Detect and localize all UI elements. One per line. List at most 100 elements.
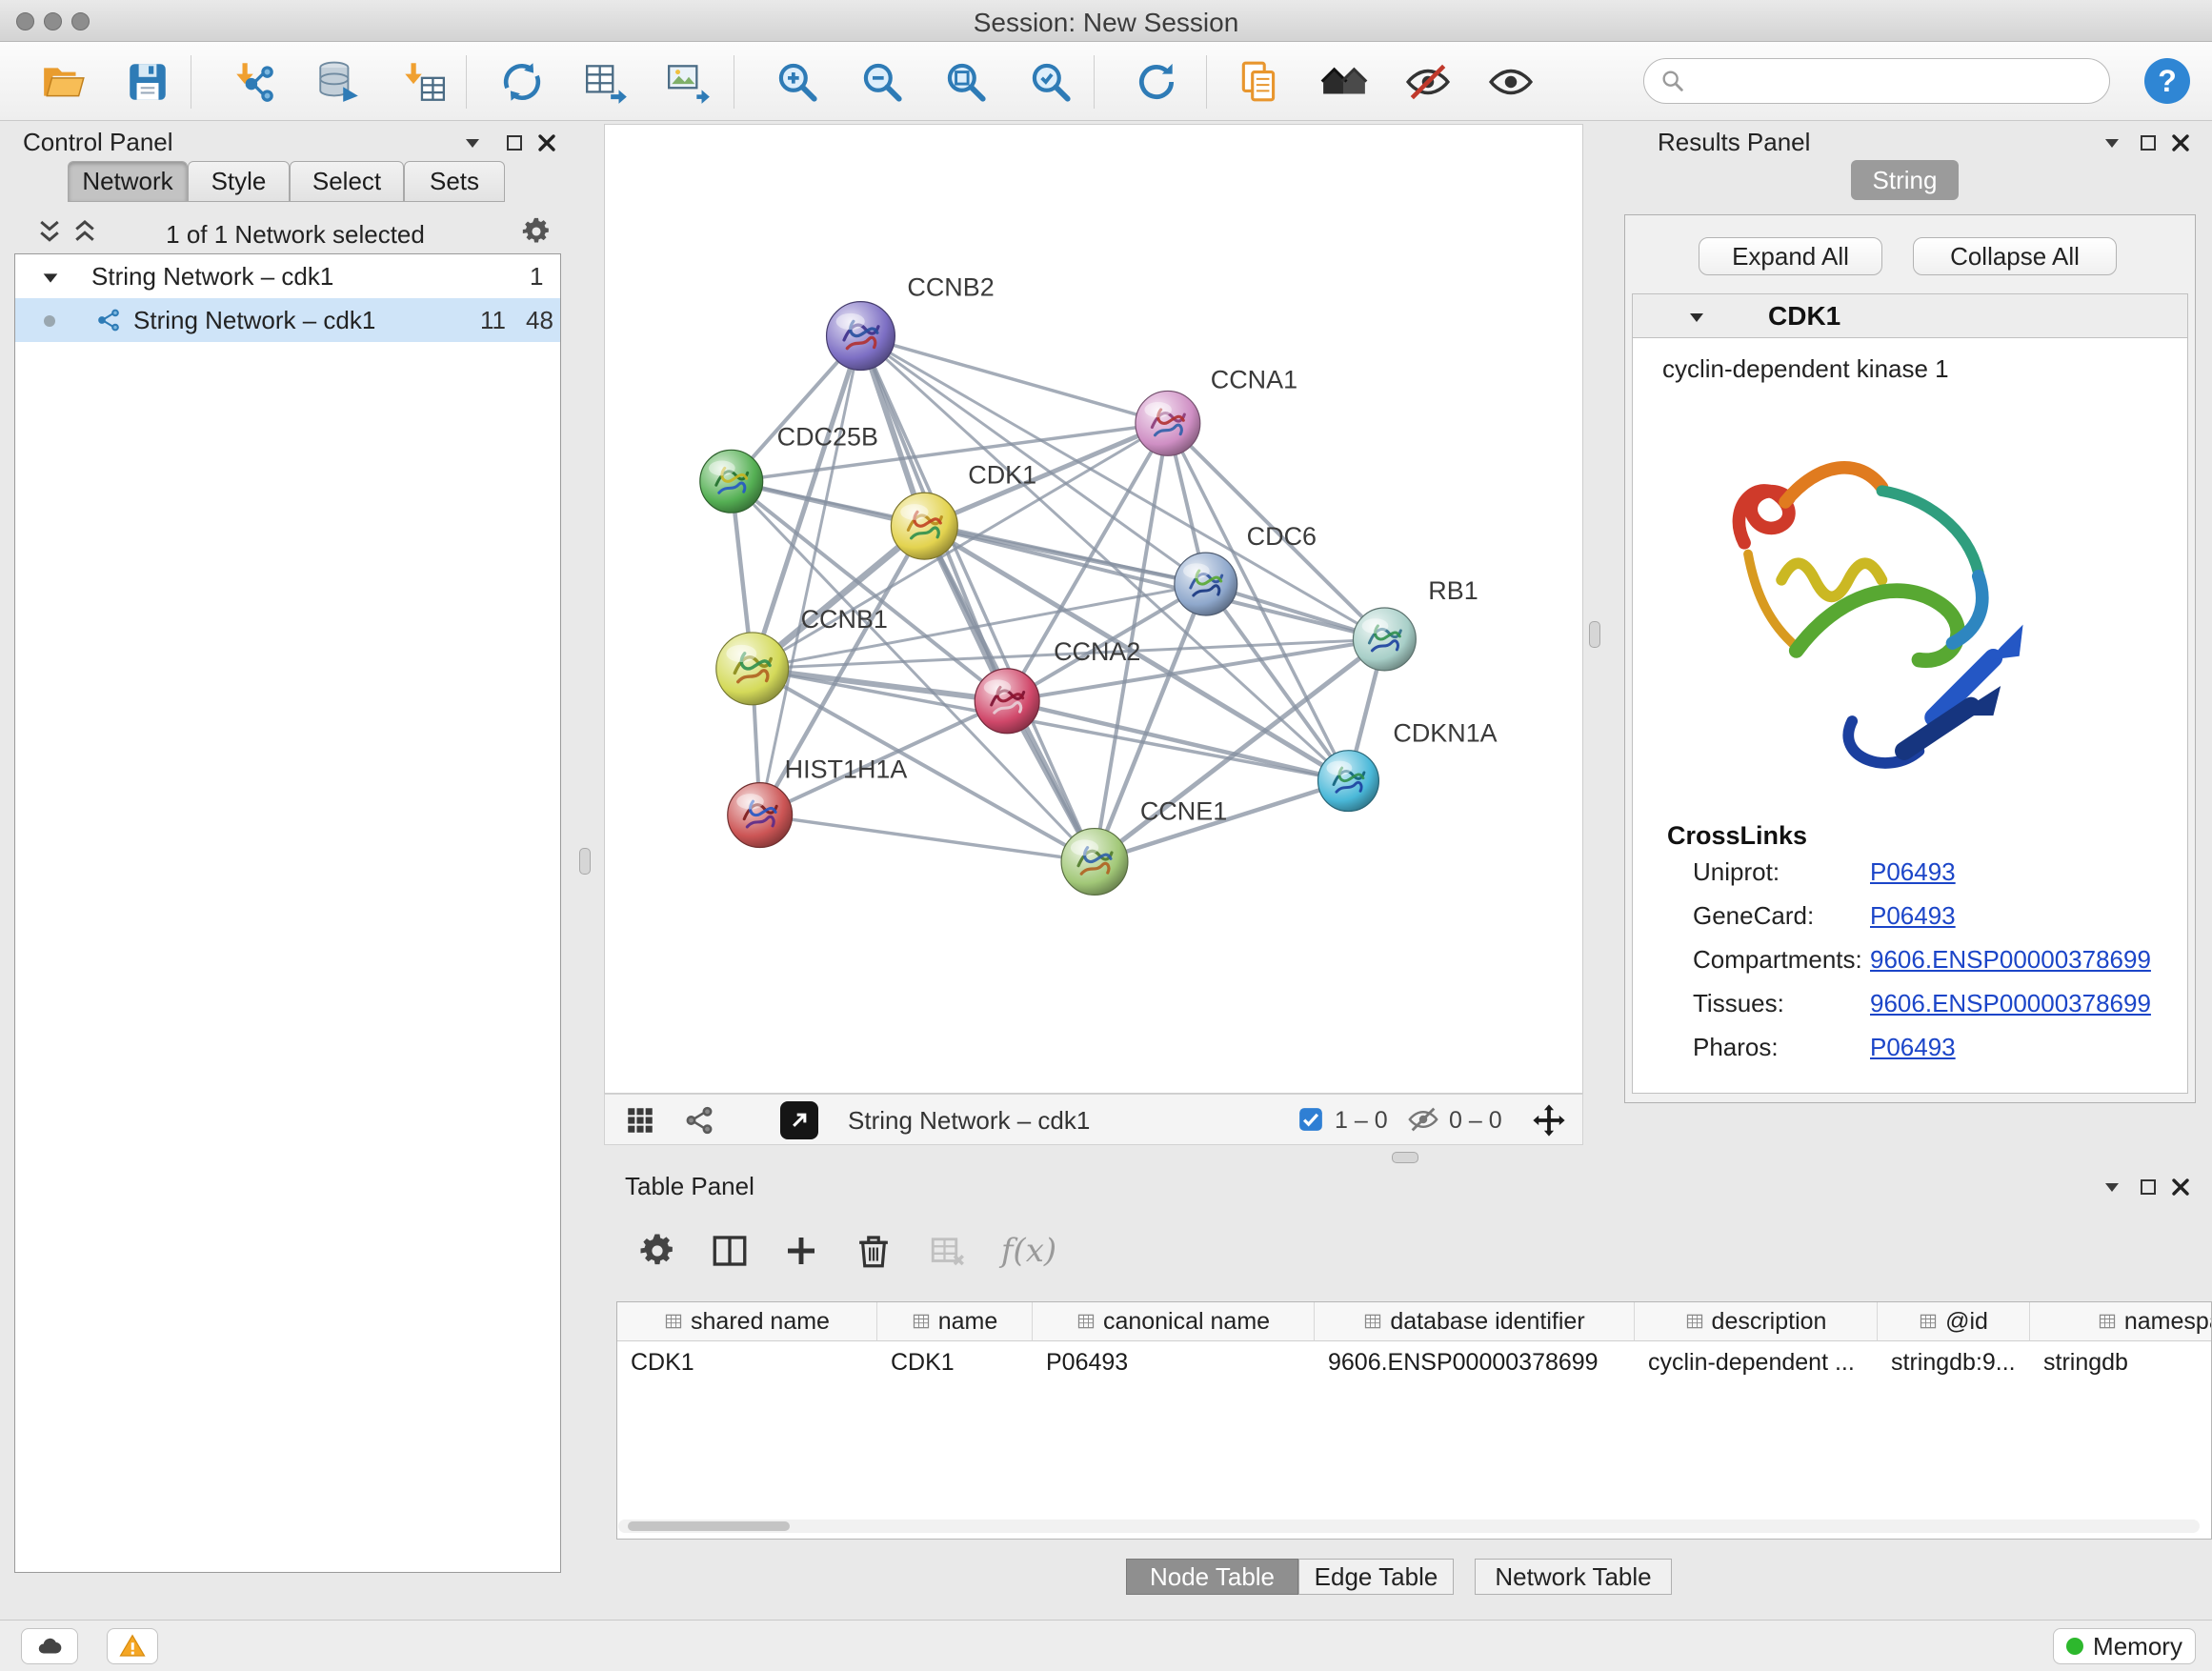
- import-table-button[interactable]: [396, 55, 450, 109]
- tab-style[interactable]: Style: [188, 161, 290, 202]
- tab-sets[interactable]: Sets: [404, 161, 505, 202]
- network-node-CCNA2[interactable]: [975, 669, 1039, 734]
- network-graph[interactable]: CCNB2CCNA1CDC25BCDK1CDC6RB1CCNB1CCNA2CDK…: [605, 125, 1582, 1093]
- column-header-shared-name[interactable]: shared name: [617, 1302, 877, 1341]
- network-node-CDKN1A[interactable]: [1318, 751, 1379, 812]
- tab-select[interactable]: Select: [290, 161, 404, 202]
- control-panel-collapse-button[interactable]: [461, 131, 484, 154]
- function-builder-button[interactable]: f(x): [991, 1229, 1067, 1273]
- table-panel-splitter[interactable]: [1392, 1152, 1418, 1163]
- pan-mode-button[interactable]: [1531, 1102, 1567, 1138]
- crosslink-compartments-link[interactable]: 9606.ENSP00000378699: [1870, 945, 2151, 975]
- network-edge[interactable]: [760, 336, 861, 815]
- crosslink-genecard-link[interactable]: P06493: [1870, 901, 1956, 931]
- crosslink-uniprot-link[interactable]: P06493: [1870, 857, 1956, 887]
- network-node-CDK1[interactable]: [891, 493, 957, 559]
- table-panel-close-button[interactable]: [2169, 1176, 2192, 1198]
- table-cell[interactable]: cyclin-dependent ...: [1635, 1341, 1878, 1383]
- table-cell[interactable]: 9606.ENSP00000378699: [1315, 1341, 1635, 1383]
- column-header-id[interactable]: @id: [1878, 1302, 2030, 1341]
- network-node-CDC6[interactable]: [1175, 553, 1237, 615]
- network-collection-row[interactable]: String Network – cdk1 1: [15, 254, 560, 298]
- import-network-database-button[interactable]: [312, 55, 365, 109]
- zoom-out-button[interactable]: [855, 55, 909, 109]
- table-cell[interactable]: CDK1: [877, 1341, 1033, 1383]
- table-cell[interactable]: P06493: [1033, 1341, 1315, 1383]
- results-panel-float-button[interactable]: [2137, 131, 2160, 154]
- export-image-button[interactable]: [662, 55, 715, 109]
- column-header-description[interactable]: description: [1635, 1302, 1878, 1341]
- results-tab-string[interactable]: String: [1851, 160, 1959, 200]
- cloud-status-button[interactable]: [21, 1628, 78, 1664]
- memory-button[interactable]: Memory: [2053, 1628, 2196, 1664]
- show-details-button[interactable]: [1484, 55, 1538, 109]
- control-panel-float-button[interactable]: [503, 131, 526, 154]
- control-panel-splitter[interactable]: [579, 848, 591, 875]
- table-panel-float-button[interactable]: [2137, 1176, 2160, 1198]
- control-panel-close-button[interactable]: [535, 131, 558, 154]
- save-session-button[interactable]: [121, 55, 174, 109]
- network-node-HIST1H1A[interactable]: [728, 783, 793, 848]
- network-node-CCNB1[interactable]: [716, 633, 789, 705]
- table-panel-collapse-button[interactable]: [2101, 1176, 2123, 1198]
- results-panel-collapse-button[interactable]: [2101, 131, 2123, 154]
- open-session-button[interactable]: [37, 55, 90, 109]
- results-panel-splitter[interactable]: [1589, 621, 1600, 648]
- collapse-all-button[interactable]: Collapse All: [1913, 237, 2117, 275]
- column-header-name[interactable]: name: [877, 1302, 1033, 1341]
- show-columns-button[interactable]: [708, 1229, 752, 1273]
- network-arrows-button[interactable]: [495, 55, 549, 109]
- network-row[interactable]: String Network – cdk1 11 48: [15, 298, 560, 342]
- annotation-mode-button[interactable]: [780, 1101, 818, 1139]
- results-panel-close-button[interactable]: [2169, 131, 2192, 154]
- delete-column-button[interactable]: [852, 1229, 895, 1273]
- help-button[interactable]: ?: [2144, 58, 2190, 104]
- expand-all-networks-button[interactable]: [70, 217, 99, 246]
- table-horizontal-scrollbar[interactable]: [628, 1521, 790, 1531]
- table-settings-button[interactable]: [635, 1229, 679, 1273]
- warnings-button[interactable]: [107, 1628, 158, 1664]
- zoom-in-button[interactable]: [771, 55, 824, 109]
- expand-all-button[interactable]: Expand All: [1699, 237, 1882, 275]
- tab-edge-table[interactable]: Edge Table: [1298, 1559, 1454, 1595]
- table-cell[interactable]: CDK1: [617, 1341, 877, 1383]
- network-edge[interactable]: [860, 336, 1384, 639]
- hide-details-button[interactable]: [1401, 55, 1455, 109]
- network-view-canvas[interactable]: CCNB2CCNA1CDC25BCDK1CDC6RB1CCNB1CCNA2CDK…: [604, 124, 1583, 1094]
- tab-network[interactable]: Network: [68, 161, 188, 202]
- table-cell[interactable]: stringdb: [2030, 1341, 2212, 1383]
- network-edge[interactable]: [753, 669, 1007, 701]
- protein-card-header[interactable]: CDK1: [1632, 293, 2188, 338]
- network-edge[interactable]: [760, 815, 1095, 862]
- add-column-button[interactable]: [779, 1229, 823, 1273]
- network-node-RB1[interactable]: [1353, 608, 1416, 671]
- hidden-elements-icon[interactable]: [1407, 1103, 1439, 1136]
- collapse-all-networks-button[interactable]: [35, 217, 64, 246]
- export-network-button[interactable]: [580, 55, 633, 109]
- warning-icon: [118, 1632, 147, 1661]
- network-node-CCNB2[interactable]: [827, 302, 895, 371]
- table-cell[interactable]: stringdb:9...: [1878, 1341, 2030, 1383]
- copy-document-button[interactable]: [1233, 55, 1286, 109]
- search-input[interactable]: [1696, 62, 2092, 100]
- tab-node-table[interactable]: Node Table: [1126, 1559, 1298, 1595]
- birdseye-view-button[interactable]: [683, 1104, 715, 1137]
- home-button[interactable]: [1317, 55, 1371, 109]
- network-node-CCNE1[interactable]: [1061, 829, 1128, 896]
- crosslink-pharos-link[interactable]: P06493: [1870, 1033, 1956, 1062]
- crosslink-tissues-link[interactable]: 9606.ENSP00000378699: [1870, 989, 2151, 1018]
- cloud-icon: [35, 1632, 64, 1661]
- network-node-CDC25B[interactable]: [700, 450, 763, 513]
- column-header-database-identifier[interactable]: database identifier: [1315, 1302, 1635, 1341]
- apply-layout-button[interactable]: [1130, 55, 1183, 109]
- column-header-canonical-name[interactable]: canonical name: [1033, 1302, 1315, 1341]
- column-header-namespace[interactable]: namespace: [2030, 1302, 2212, 1341]
- tab-network-table[interactable]: Network Table: [1475, 1559, 1672, 1595]
- zoom-selected-button[interactable]: [1024, 55, 1077, 109]
- selected-checkbox-icon[interactable]: [1297, 1105, 1325, 1134]
- grid-view-button[interactable]: [624, 1104, 656, 1137]
- network-node-CCNA1[interactable]: [1136, 391, 1200, 455]
- network-options-gear-button[interactable]: [520, 215, 553, 248]
- zoom-fit-button[interactable]: [939, 55, 993, 109]
- import-network-file-button[interactable]: [228, 55, 281, 109]
